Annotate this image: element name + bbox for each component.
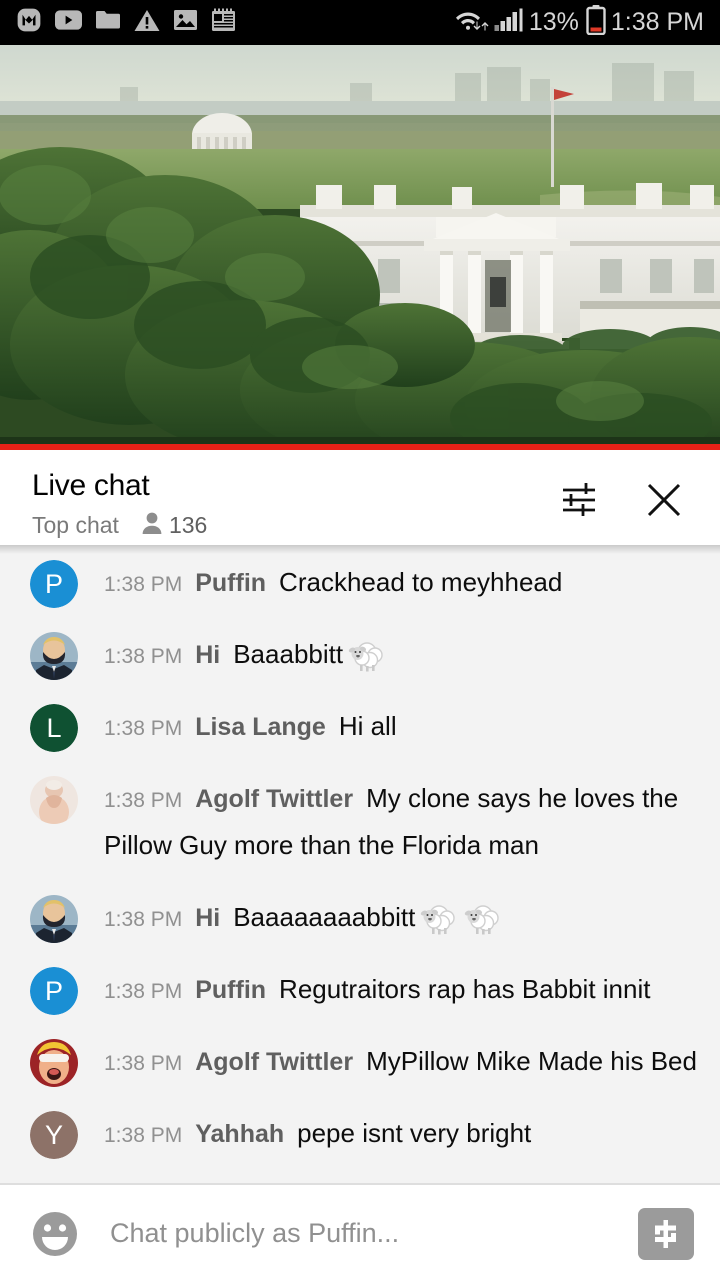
live-chat-message-list[interactable]: P 1:38 PM Puffin Crackhead to meyhhead 1:38 … (0, 545, 720, 1183)
message-text: Hi all (338, 711, 397, 741)
cartoon-face-photo (30, 1039, 78, 1087)
message-text: Crackhead to meyhhead (279, 567, 563, 597)
message-author[interactable]: Hi (195, 641, 220, 669)
warning-triangle-icon (134, 9, 160, 37)
chat-message-row[interactable]: 1:38 PM Hi Baaabbitt (0, 620, 720, 692)
wifi-data-transfer-icon (455, 7, 489, 38)
message-text: Regutraitors rap has Babbit innit (279, 974, 651, 1004)
message-text: Baaaaaaaabbitt (233, 902, 416, 932)
message-text: Baaabbitt (233, 639, 344, 669)
chat-message-body: 1:38 PM Hi Baaabbitt (104, 630, 387, 682)
chat-message-body: 1:38 PM Puffin Regutraitors rap has Babbit… (104, 965, 650, 1017)
sheep-emoji (465, 905, 500, 935)
youtube-icon (55, 10, 82, 35)
message-author[interactable]: Lisa Lange (195, 713, 326, 741)
message-author[interactable]: Yahhah (195, 1120, 284, 1148)
chat-message-row[interactable]: L 1:38 PM Lisa Lange Hi all (0, 692, 720, 764)
battery-low-icon (586, 5, 606, 40)
message-timestamp: 1:38 PM (104, 789, 183, 812)
avatar-initial: Y (44, 1119, 63, 1150)
avatar[interactable] (30, 632, 78, 680)
chat-input-bar (0, 1185, 720, 1280)
masked-man-photo (30, 632, 78, 680)
chat-message-body: 1:38 PM Hi Baaaaaaaabbitt (104, 893, 503, 945)
message-text: My clone says he loves the Pillow Guy mo… (104, 783, 679, 860)
message-timestamp: 1:38 PM (104, 908, 183, 931)
message-author[interactable]: Puffin (195, 976, 266, 1004)
avatar-initial: L (46, 712, 62, 743)
chat-message-row[interactable]: 1:38 PM Agolf Twittler My clone says he lo… (0, 764, 720, 883)
message-timestamp: 1:38 PM (104, 717, 183, 740)
battery-percent-label: 13% (528, 8, 579, 36)
white-house-live-view (0, 45, 720, 450)
message-text: pepe isnt very bright (297, 1118, 532, 1148)
chat-message-row[interactable]: Y 1:38 PM Yahhah pepe isnt very bright (0, 1099, 720, 1171)
avatar[interactable]: P (30, 560, 78, 608)
video-player[interactable] (0, 45, 720, 450)
clock-label: 1:38 PM (610, 8, 704, 36)
chat-message-row[interactable]: 1:38 PM Agolf Twittler MyPillow Mike Made … (0, 1027, 720, 1099)
live-chat-actions (558, 468, 698, 522)
message-timestamp: 1:38 PM (104, 573, 183, 596)
chat-message-row[interactable]: P 1:38 PM Puffin Crackhead to meyhhead (0, 548, 720, 620)
chat-message-row[interactable]: P 1:38 PM Puffin Regutraitors rap has Babbi… (0, 955, 720, 1027)
viewer-count-group: 136 (141, 511, 207, 540)
message-author[interactable]: Agolf Twittler (195, 785, 353, 813)
chat-mode-label[interactable]: Top chat (32, 512, 119, 539)
cell-signal-icon (494, 8, 524, 37)
message-author[interactable]: Agolf Twittler (195, 1048, 353, 1076)
message-timestamp: 1:38 PM (104, 645, 183, 668)
folder-icon (95, 9, 121, 36)
chat-message-body: 1:38 PM Yahhah pepe isnt very bright (104, 1109, 531, 1161)
avatar[interactable]: Y (30, 1111, 78, 1159)
avatar-initial: P (44, 975, 63, 1006)
message-timestamp: 1:38 PM (104, 1124, 183, 1147)
avatar[interactable]: P (30, 967, 78, 1015)
avatar[interactable] (30, 776, 78, 824)
message-author[interactable]: Puffin (195, 569, 266, 597)
chat-message-body: 1:38 PM Agolf Twittler MyPillow Mike Made … (104, 1037, 697, 1089)
avatar[interactable] (30, 1039, 78, 1087)
emoji-smiley-icon[interactable] (30, 1209, 80, 1259)
notepad-icon (211, 8, 236, 37)
chat-message-body: 1:38 PM Agolf Twittler My clone says he lo… (104, 774, 702, 873)
person-icon (141, 511, 163, 540)
close-x-icon[interactable] (642, 478, 686, 522)
viewer-count-label: 136 (168, 512, 208, 538)
message-timestamp: 1:38 PM (104, 980, 183, 1003)
status-bar-notification-icons (10, 7, 236, 38)
message-author[interactable]: Hi (195, 904, 220, 932)
chat-message-row[interactable]: 1:38 PM Hi Baaaaaaaabbitt (0, 883, 720, 955)
dollar-sign-icon[interactable] (638, 1207, 694, 1260)
message-timestamp: 1:38 PM (104, 1052, 183, 1075)
phone-screen: 13% 1:38 PM Live chat Top chat 136 P 1:3… (0, 0, 720, 1280)
image-icon (173, 9, 198, 36)
avatar[interactable]: L (30, 704, 78, 752)
live-chat-titles: Live chat Top chat 136 (32, 468, 207, 540)
avatar-initial: P (44, 568, 63, 599)
chat-message-body: 1:38 PM Puffin Crackhead to meyhhead (104, 558, 562, 610)
message-text: MyPillow Mike Made his Bed (366, 1046, 697, 1076)
tune-sliders-icon[interactable] (558, 478, 602, 522)
live-chat-header: Live chat Top chat 136 (0, 450, 720, 545)
status-bar: 13% 1:38 PM (0, 0, 720, 45)
pale-figure-photo (30, 776, 78, 824)
chat-message-body: 1:38 PM Lisa Lange Hi all (104, 702, 397, 754)
sheep-emoji (421, 905, 456, 935)
live-chat-subheader: Top chat 136 (32, 511, 207, 540)
chat-input-field[interactable] (110, 1203, 638, 1264)
page-title: Live chat (32, 469, 150, 502)
avatar[interactable] (30, 895, 78, 943)
status-bar-system-icons: 13% 1:38 PM (455, 5, 710, 40)
sheep-emoji (348, 642, 383, 672)
masked-man-photo (30, 895, 78, 943)
mega-app-icon (16, 7, 42, 38)
